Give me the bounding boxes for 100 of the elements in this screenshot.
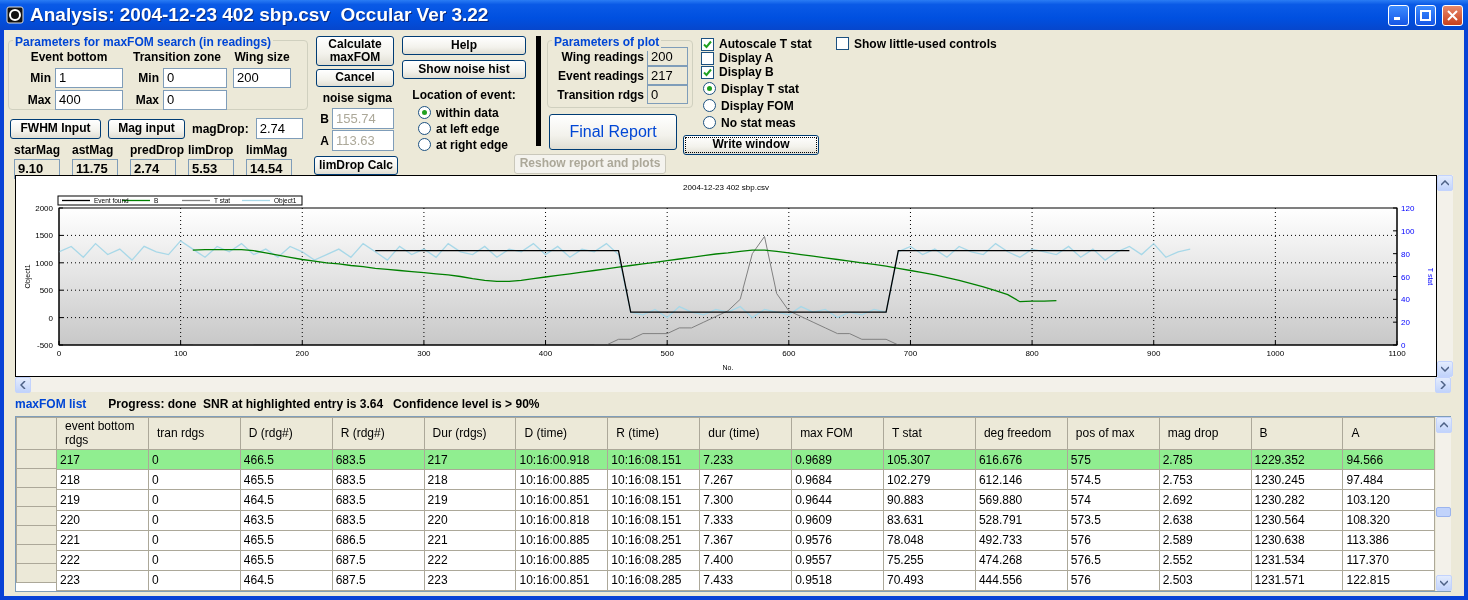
- limdrop-calc-button[interactable]: limDrop Calc: [314, 156, 398, 175]
- table-cell: 10:16:08.151: [607, 469, 700, 490]
- table-cell: 10:16:00.885: [515, 550, 608, 571]
- radio-button[interactable]: [703, 99, 716, 112]
- table-cell: 1230.638: [1251, 530, 1343, 551]
- window-title: Analysis: 2004-12-23 402 sbp.csv Occular Ver 3.22: [30, 2, 490, 27]
- column-header[interactable]: max FOM: [791, 417, 884, 450]
- column-header[interactable]: tran rdgs: [148, 417, 241, 450]
- tick-label: 0: [48, 313, 53, 323]
- scrollbar[interactable]: [1435, 417, 1452, 591]
- help-button[interactable]: Help: [402, 36, 526, 55]
- table-cell: 102.279: [883, 469, 976, 490]
- minimize-button[interactable]: [1388, 4, 1409, 26]
- table-cell: 10:16:00.851: [515, 489, 608, 510]
- radio-label: Display T stat: [721, 80, 800, 98]
- table-cell: 444.556: [975, 570, 1068, 591]
- checkbox-label: Display B: [719, 65, 774, 81]
- table-cell: 0: [148, 550, 241, 571]
- scroll-right-button[interactable]: [1435, 377, 1451, 393]
- field-label: Transition rdgs: [557, 86, 644, 104]
- tick-label: 1000: [1266, 349, 1285, 358]
- input-field[interactable]: 200: [233, 68, 291, 88]
- field-label: Event bottom: [30, 49, 108, 66]
- tick-label: 800: [1025, 349, 1039, 358]
- scroll-up-button[interactable]: [1436, 417, 1453, 433]
- table-cell: 683.5: [332, 510, 425, 531]
- maximize-button[interactable]: [1415, 4, 1436, 26]
- column-header[interactable]: Dur (rdgs): [424, 417, 516, 450]
- column-header[interactable]: A: [1342, 417, 1435, 450]
- column-header[interactable]: R (rdg#): [332, 417, 425, 450]
- input-field[interactable]: 400: [55, 90, 123, 110]
- scroll-left-button[interactable]: [15, 377, 31, 393]
- table-cell: 1231.534: [1251, 550, 1343, 571]
- noise-hist-button[interactable]: Show noise hist: [402, 60, 526, 79]
- column-header[interactable]: mag drop: [1159, 417, 1252, 450]
- tick-label: 40: [1401, 295, 1410, 305]
- minimize-icon: [1394, 17, 1400, 20]
- tick-label: 100: [173, 349, 188, 358]
- input-field[interactable]: 1: [55, 68, 123, 88]
- checkbox[interactable]: [701, 65, 714, 79]
- column-header[interactable]: event bottom rdgs: [56, 417, 149, 450]
- write-window-button[interactable]: Write window: [683, 135, 819, 155]
- tick-label: 80: [1401, 249, 1410, 259]
- readout-label: limDrop: [188, 142, 235, 159]
- tick-label: 100: [1401, 226, 1415, 236]
- scroll-up-button[interactable]: [1437, 175, 1453, 191]
- column-header[interactable]: B: [1251, 417, 1343, 450]
- scrollbar[interactable]: [1437, 175, 1453, 377]
- input-field[interactable]: 0: [163, 90, 227, 110]
- table-cell: 10:16:08.151: [607, 510, 700, 531]
- scroll-thumb[interactable]: [1436, 507, 1452, 517]
- column-header[interactable]: D (time): [515, 417, 608, 450]
- field-label: Min: [30, 70, 51, 87]
- radio-button[interactable]: [418, 106, 431, 119]
- fwhm-input-button[interactable]: FWHM Input: [10, 118, 101, 139]
- table-cell: 1231.571: [1251, 570, 1343, 591]
- final-report-button[interactable]: Final Report: [549, 114, 677, 150]
- table-cell: 465.5: [240, 530, 333, 551]
- table-cell: 576.5: [1067, 550, 1160, 571]
- checkbox[interactable]: [701, 37, 714, 51]
- column-header[interactable]: deg freedom: [975, 417, 1068, 450]
- table-cell: 0.9518: [791, 570, 884, 591]
- table-cell: 686.5: [332, 530, 425, 551]
- table-cell: 2.638: [1159, 510, 1252, 531]
- input-field[interactable]: 0: [163, 68, 227, 88]
- column-header[interactable]: R (time): [607, 417, 700, 450]
- maximize-icon: [1420, 9, 1431, 21]
- checkbox[interactable]: [701, 51, 714, 65]
- column-header[interactable]: T stat: [883, 417, 976, 450]
- table-cell: 464.5: [240, 489, 333, 510]
- table-cell: 7.367: [699, 530, 792, 551]
- table-cell: 223: [424, 570, 516, 591]
- table-cell: 218: [56, 469, 149, 490]
- readout-value: 200: [647, 47, 688, 66]
- column-header[interactable]: pos of max: [1067, 417, 1160, 450]
- radio-button[interactable]: [703, 116, 716, 129]
- radio-button[interactable]: [418, 122, 431, 135]
- close-button[interactable]: [1442, 4, 1463, 26]
- table-cell: 465.5: [240, 469, 333, 490]
- table-cell: 7.433: [699, 570, 792, 591]
- radio-button[interactable]: [418, 138, 431, 151]
- checkbox-label: Display A: [719, 50, 774, 67]
- table-cell: 569.880: [975, 489, 1068, 510]
- cancel-button[interactable]: Cancel: [316, 68, 394, 88]
- tick-label: 1000: [35, 258, 53, 268]
- scroll-down-button[interactable]: [1436, 575, 1453, 591]
- calculate-button[interactable]: Calculate maxFOM: [316, 36, 394, 66]
- radio-button[interactable]: [703, 82, 716, 95]
- progress-text: Progress: done SNR at highlighted entry is 3.64 Confidence level is > 90%: [108, 396, 540, 411]
- table-cell: 10:16:00.885: [515, 469, 608, 490]
- readout-label: predDrop: [130, 142, 182, 159]
- column-header[interactable]: dur (time): [699, 417, 792, 450]
- checkbox[interactable]: [836, 37, 849, 50]
- scrollbar[interactable]: [15, 377, 1451, 392]
- table-cell: 117.370: [1342, 550, 1435, 571]
- input-field[interactable]: 2.74: [255, 118, 303, 139]
- mag-input-button[interactable]: Mag input: [108, 118, 185, 139]
- scroll-down-button[interactable]: [1437, 361, 1453, 377]
- column-header[interactable]: D (rdg#): [240, 417, 333, 450]
- table-cell: 687.5: [332, 570, 425, 591]
